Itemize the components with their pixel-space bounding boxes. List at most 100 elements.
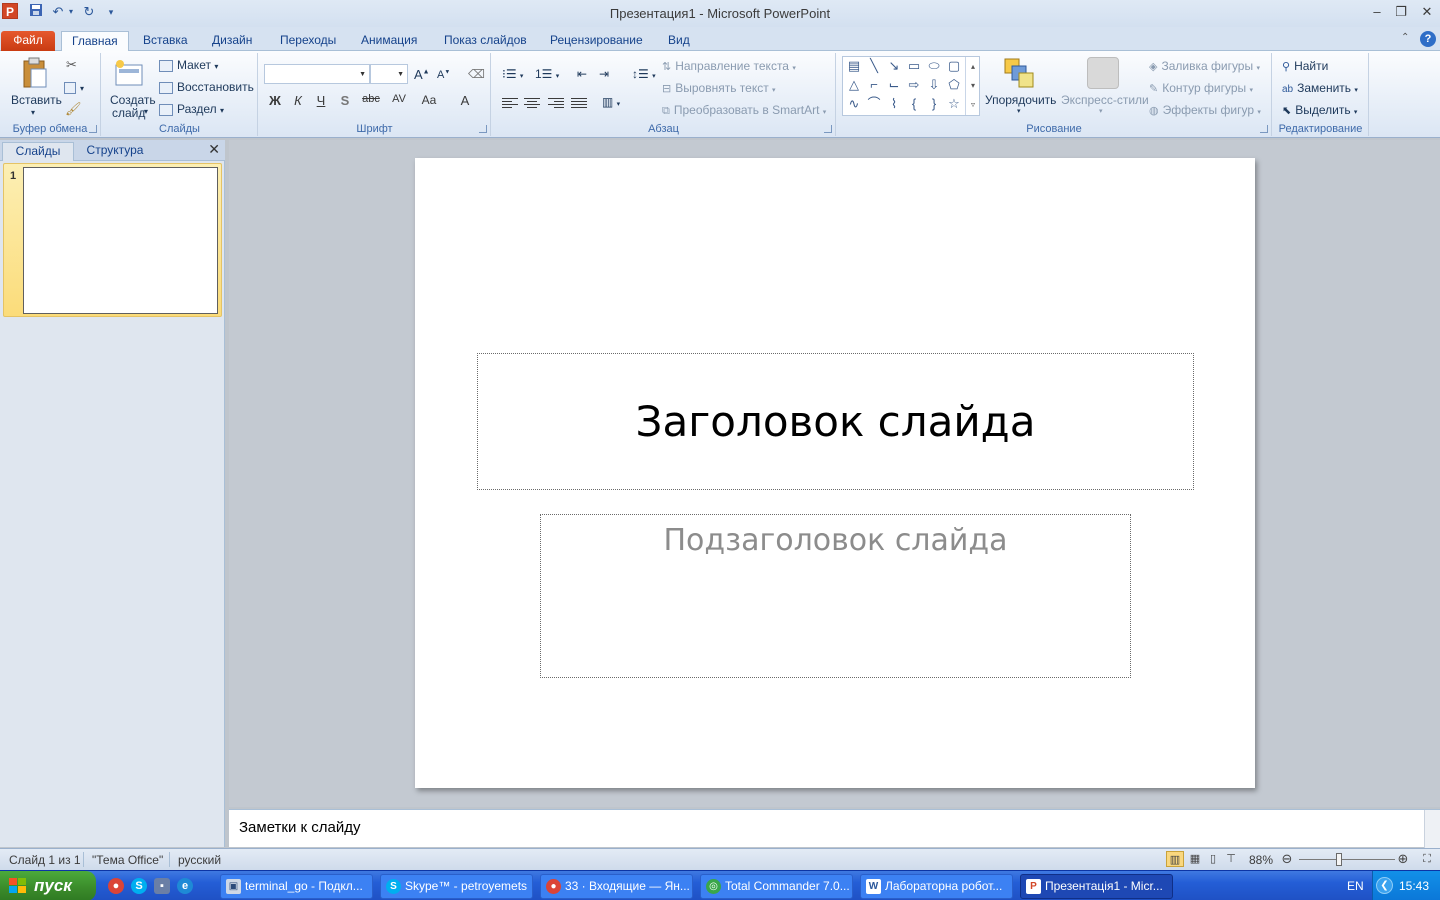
arrange-button[interactable]: Упорядочить <box>985 93 1056 107</box>
shape-fill-button[interactable]: ◈ Заливка фигуры ▾ <box>1149 59 1260 73</box>
text-direction-button[interactable]: ⇅ Направление текста ▾ <box>662 59 796 73</box>
minimize-ribbon-icon[interactable]: ⌃ <box>1401 32 1409 43</box>
show-hidden-icons-icon[interactable]: ❮ <box>1376 877 1393 894</box>
strikethrough-button[interactable]: abc <box>358 93 384 105</box>
paragraph-launcher-icon[interactable] <box>824 125 832 133</box>
grow-font-icon[interactable]: A▲ <box>414 67 430 82</box>
tab-insert[interactable]: Вставка <box>133 31 198 51</box>
theme-name[interactable]: "Тема Office" <box>92 853 163 867</box>
new-slide-button-line2[interactable]: слайд <box>112 106 145 120</box>
drawing-launcher-icon[interactable] <box>1260 125 1268 133</box>
minimize-button[interactable]: – <box>1366 3 1388 21</box>
left-brace-shape-icon[interactable]: { <box>905 96 923 112</box>
copy-icon[interactable]: ▾ <box>64 80 84 94</box>
cut-icon[interactable]: ✂ <box>66 57 77 73</box>
clipboard-launcher-icon[interactable] <box>89 125 97 133</box>
bold-button[interactable]: Ж <box>264 93 286 108</box>
down-arrow-shape-icon[interactable]: ⇩ <box>925 77 943 93</box>
reading-view-icon[interactable]: ▯ <box>1204 851 1222 867</box>
align-text-button[interactable]: ⊟ Выровнять текст ▾ <box>662 81 776 95</box>
decrease-indent-icon[interactable]: ⇤ <box>577 67 587 81</box>
quick-styles-button[interactable]: Экспресс-стили <box>1061 93 1149 107</box>
close-button[interactable]: ✕ <box>1416 3 1438 21</box>
format-painter-icon[interactable]: 🖌 <box>65 101 82 117</box>
arrange-dropdown-icon[interactable]: ▾ <box>1017 107 1021 115</box>
taskbar-item-total-commander[interactable]: ◎ Total Commander 7.0... <box>700 874 853 899</box>
language-indicator[interactable]: русский <box>178 853 221 867</box>
tab-outline[interactable]: Структура <box>76 142 154 161</box>
oval-shape-icon[interactable]: ⬭ <box>925 58 943 74</box>
subtitle-placeholder[interactable]: Подзаголовок слайда <box>540 514 1131 678</box>
paste-dropdown-icon[interactable]: ▾ <box>31 108 35 117</box>
quick-styles-dropdown-icon[interactable]: ▾ <box>1099 107 1103 115</box>
input-language[interactable]: EN <box>1347 879 1364 893</box>
triangle-shape-icon[interactable]: △ <box>845 77 863 93</box>
taskbar-item-word[interactable]: W Лабораторна робот... <box>860 874 1013 899</box>
floppy-icon[interactable]: ▪ <box>154 878 170 894</box>
tab-animations[interactable]: Анимация <box>351 31 427 51</box>
line-spacing-icon[interactable]: ↕☰ ▾ <box>632 67 656 81</box>
arrow-line-shape-icon[interactable]: ↘ <box>885 58 903 74</box>
zoom-slider-thumb[interactable] <box>1336 853 1342 866</box>
freeform-shape-icon[interactable]: ⬠ <box>945 77 963 93</box>
shape-effects-button[interactable]: ◍ Эффекты фигур ▾ <box>1149 103 1261 117</box>
zoom-in-icon[interactable]: ⊕ <box>1394 851 1412 867</box>
bullets-icon[interactable]: ⁝☰ ▾ <box>502 67 523 81</box>
font-color-button[interactable]: A <box>455 93 475 108</box>
start-button[interactable]: пуск <box>0 871 96 900</box>
skype-icon[interactable]: S <box>131 878 147 894</box>
rectangle-shape-icon[interactable]: ▭ <box>905 58 923 74</box>
elbow-arrow-shape-icon[interactable]: ⌙ <box>885 77 903 93</box>
zoom-out-icon[interactable]: ⊖ <box>1278 851 1296 867</box>
tab-file[interactable]: Файл <box>1 31 55 51</box>
clock[interactable]: 15:43 <box>1399 879 1429 893</box>
taskbar-item-mail[interactable]: ● 33 · Входящие — Ян... <box>540 874 693 899</box>
zoom-level[interactable]: 88% <box>1249 853 1273 867</box>
numbering-icon[interactable]: 1☰ ▾ <box>535 67 559 81</box>
notes-scrollbar[interactable] <box>1424 810 1440 848</box>
tab-home[interactable]: Главная <box>61 31 129 52</box>
shape-outline-button[interactable]: ✎ Контур фигуры ▾ <box>1149 81 1253 95</box>
slideshow-view-icon[interactable]: ⊤ <box>1222 851 1240 867</box>
font-size-combo[interactable]: ▼ <box>370 64 408 84</box>
paste-icon[interactable] <box>21 57 49 89</box>
reset-button[interactable]: Восстановить <box>159 80 254 94</box>
tab-review[interactable]: Рецензирование <box>540 31 653 51</box>
elbow-connector-shape-icon[interactable]: ⌐ <box>865 77 883 93</box>
new-slide-button[interactable]: Создать <box>110 93 156 107</box>
taskbar-item-terminal[interactable]: ▣ terminal_go - Подкл... <box>220 874 373 899</box>
right-arrow-shape-icon[interactable]: ⇨ <box>905 77 923 93</box>
fit-to-window-icon[interactable]: ⛶ <box>1418 851 1436 867</box>
right-brace-shape-icon[interactable]: } <box>925 96 943 112</box>
shrink-font-icon[interactable]: A▼ <box>437 69 450 81</box>
font-launcher-icon[interactable] <box>479 125 487 133</box>
arrange-icon[interactable] <box>1003 57 1035 89</box>
italic-button[interactable]: К <box>287 93 309 108</box>
arc-shape-icon[interactable]: ⌒ <box>865 96 883 112</box>
section-button[interactable]: Раздел ▾ <box>159 102 224 116</box>
tab-design[interactable]: Дизайн <box>202 31 262 51</box>
align-center-icon[interactable] <box>524 98 540 110</box>
slide-thumbnail-item[interactable]: 1 <box>3 163 222 317</box>
tab-view[interactable]: Вид <box>658 31 700 51</box>
find-button[interactable]: ⚲ Найти <box>1282 59 1328 73</box>
taskbar-item-powerpoint[interactable]: P Презентація1 - Micr... <box>1020 874 1173 899</box>
rounded-rectangle-shape-icon[interactable]: ▢ <box>945 58 963 74</box>
font-family-combo[interactable]: ▼ <box>264 64 370 84</box>
align-right-icon[interactable] <box>548 98 564 110</box>
slide-thumbnail[interactable] <box>23 167 218 314</box>
text-shadow-button[interactable]: S <box>334 93 356 108</box>
zoom-slider[interactable] <box>1299 859 1395 860</box>
restore-button[interactable]: ❐ <box>1390 3 1412 21</box>
slide-canvas[interactable]: Заголовок слайда Подзаголовок слайда <box>415 158 1255 788</box>
scribble-shape-icon[interactable]: ∿ <box>845 96 863 112</box>
quick-styles-icon[interactable] <box>1087 57 1119 89</box>
tab-slides[interactable]: Слайды <box>2 142 74 161</box>
textbox-shape-icon[interactable]: ▤ <box>845 58 863 74</box>
new-slide-icon[interactable] <box>114 59 144 87</box>
taskbar-item-skype[interactable]: S Skype™ - petroyemets <box>380 874 533 899</box>
character-spacing-button[interactable]: AV <box>386 93 412 105</box>
increase-indent-icon[interactable]: ⇥ <box>599 67 609 81</box>
curve-shape-icon[interactable]: ⌇ <box>885 96 903 112</box>
star-shape-icon[interactable]: ☆ <box>945 96 963 112</box>
